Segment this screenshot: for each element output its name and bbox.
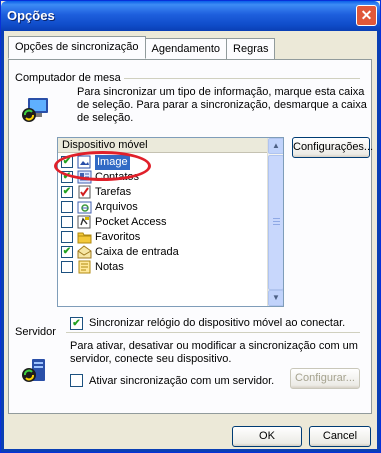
scroll-grip-line bbox=[273, 224, 280, 225]
scroll-grip-line bbox=[273, 221, 280, 222]
list-item-notes[interactable]: Notas bbox=[59, 260, 267, 275]
desktop-description-line1: Para sincronizar um tipo de informação, … bbox=[77, 86, 365, 98]
server-group-label: Servidor bbox=[15, 326, 59, 338]
favorites-icon bbox=[77, 232, 92, 244]
tab-schedule[interactable]: Agendamento bbox=[144, 38, 228, 59]
scroll-up-button[interactable]: ▲ bbox=[268, 138, 283, 154]
list-item-inbox[interactable]: ✔ Caixa de entrada bbox=[59, 245, 267, 260]
window-title: Opções bbox=[7, 8, 55, 23]
server-description-line2: servidor, conecte seu dispositivo. bbox=[70, 353, 232, 365]
ok-button[interactable]: OK bbox=[232, 426, 302, 447]
list-item-tasks[interactable]: ✔ Tarefas bbox=[59, 185, 267, 200]
scroll-down-button[interactable]: ▼ bbox=[268, 290, 283, 306]
pocket-access-icon bbox=[77, 215, 91, 229]
tasks-icon bbox=[78, 185, 91, 199]
computer-sync-icon bbox=[22, 98, 48, 122]
desktop-description-line2: de seleção. Para parar a sincronização, … bbox=[77, 99, 367, 111]
tasks-checkbox[interactable]: ✔ bbox=[61, 186, 73, 198]
image-highlight-annotation bbox=[54, 151, 151, 181]
desktop-group-line bbox=[124, 78, 360, 79]
list-item-favorites[interactable]: Favoritos bbox=[59, 230, 267, 245]
inbox-checkbox[interactable]: ✔ bbox=[61, 246, 73, 258]
sync-clock-label: Sincronizar relógio do dispositivo móvel… bbox=[89, 317, 346, 329]
files-label: Arquivos bbox=[95, 201, 138, 213]
server-sync-icon bbox=[22, 359, 45, 382]
sync-clock-checkbox[interactable]: ✔ bbox=[70, 317, 83, 330]
scroll-thumb[interactable] bbox=[268, 155, 283, 290]
server-description-line1: Para ativar, desativar ou modificar a si… bbox=[70, 340, 358, 352]
files-checkbox[interactable] bbox=[61, 201, 73, 213]
server-group-line bbox=[66, 332, 360, 333]
desktop-group-label: Computador de mesa bbox=[15, 72, 124, 84]
desktop-description-line3: de seleção. bbox=[77, 112, 134, 124]
inbox-label: Caixa de entrada bbox=[95, 246, 179, 258]
notes-label: Notas bbox=[95, 261, 124, 273]
list-item-pocket-access[interactable]: Pocket Access bbox=[59, 215, 267, 230]
pocket-access-checkbox[interactable] bbox=[61, 216, 73, 228]
notes-checkbox[interactable] bbox=[61, 261, 73, 273]
files-icon bbox=[77, 201, 92, 214]
configure-button[interactable]: Configurar... bbox=[290, 368, 360, 389]
pocket-access-label: Pocket Access bbox=[95, 216, 167, 228]
settings-button[interactable]: Configurações... bbox=[292, 137, 373, 158]
scroll-grip-line bbox=[273, 218, 280, 219]
list-scrollbar[interactable]: ▲ ▼ bbox=[267, 138, 283, 306]
favorites-checkbox[interactable] bbox=[61, 231, 73, 243]
tab-strip: Opções de sincronização Agendamento Regr… bbox=[8, 36, 276, 60]
tab-rules[interactable]: Regras bbox=[226, 38, 276, 59]
tasks-label: Tarefas bbox=[95, 186, 132, 198]
enable-server-sync-checkbox[interactable] bbox=[70, 374, 83, 387]
close-button[interactable]: ✕ bbox=[356, 5, 377, 26]
notes-icon bbox=[78, 260, 91, 274]
cancel-button[interactable]: Cancel bbox=[309, 426, 371, 447]
enable-server-sync-label: Ativar sincronização com um servidor. bbox=[89, 375, 275, 387]
favorites-label: Favoritos bbox=[95, 231, 141, 243]
list-item-files[interactable]: Arquivos bbox=[59, 200, 267, 215]
inbox-icon bbox=[77, 245, 92, 259]
title-bar[interactable]: Opções ✕ bbox=[1, 1, 380, 31]
tab-sync-options[interactable]: Opções de sincronização bbox=[8, 36, 146, 59]
